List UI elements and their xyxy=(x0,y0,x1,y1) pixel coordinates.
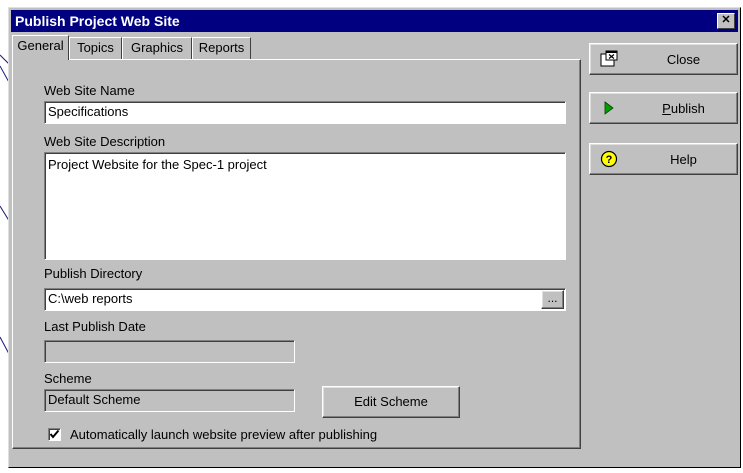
edit-scheme-button[interactable]: Edit Scheme xyxy=(322,386,460,418)
play-arrow-icon xyxy=(604,101,614,115)
title-bar[interactable]: Publish Project Web Site ✕ xyxy=(11,10,738,32)
close-button[interactable]: Close xyxy=(589,43,738,75)
help-button-label: Help xyxy=(670,152,697,167)
tab-topics[interactable]: Topics xyxy=(69,37,122,59)
tab-general-label: General xyxy=(17,38,64,53)
auto-launch-label: Automatically launch website preview aft… xyxy=(70,427,378,442)
publish-directory-label: Publish Directory xyxy=(44,266,143,281)
tab-reports-label: Reports xyxy=(198,40,245,55)
checkmark-icon xyxy=(49,429,60,439)
description-label: Web Site Description xyxy=(44,134,166,149)
tab-graphics[interactable]: Graphics xyxy=(122,37,192,59)
scheme-field: Default Scheme xyxy=(44,389,295,412)
description-textarea[interactable]: Project Website for the Spec-1 project xyxy=(44,152,566,260)
tab-topics-label: Topics xyxy=(77,40,114,55)
close-button-label: Close xyxy=(666,52,701,67)
last-publish-date-label: Last Publish Date xyxy=(44,319,146,334)
publish-directory-input[interactable]: C:\web reports xyxy=(44,288,566,311)
close-window-icon[interactable]: ✕ xyxy=(717,13,735,29)
help-question-icon: ? xyxy=(600,150,618,168)
scheme-label: Scheme xyxy=(44,371,92,386)
auto-launch-checkbox[interactable] xyxy=(48,428,61,441)
tab-general[interactable]: General xyxy=(12,35,69,60)
last-publish-date-field xyxy=(44,340,295,363)
svg-text:?: ? xyxy=(606,154,613,166)
publish-button[interactable]: Publish xyxy=(589,92,738,124)
close-window-icon xyxy=(600,50,618,67)
window-title: Publish Project Web Site xyxy=(15,13,180,29)
tab-graphics-label: Graphics xyxy=(130,40,184,55)
site-name-input[interactable]: Specifications xyxy=(44,101,566,124)
browse-button[interactable]: ... xyxy=(541,290,564,309)
site-name-label: Web Site Name xyxy=(44,83,135,98)
help-button[interactable]: ? Help xyxy=(589,143,738,175)
tab-reports[interactable]: Reports xyxy=(192,37,251,59)
publish-button-label: Publish xyxy=(662,101,705,116)
